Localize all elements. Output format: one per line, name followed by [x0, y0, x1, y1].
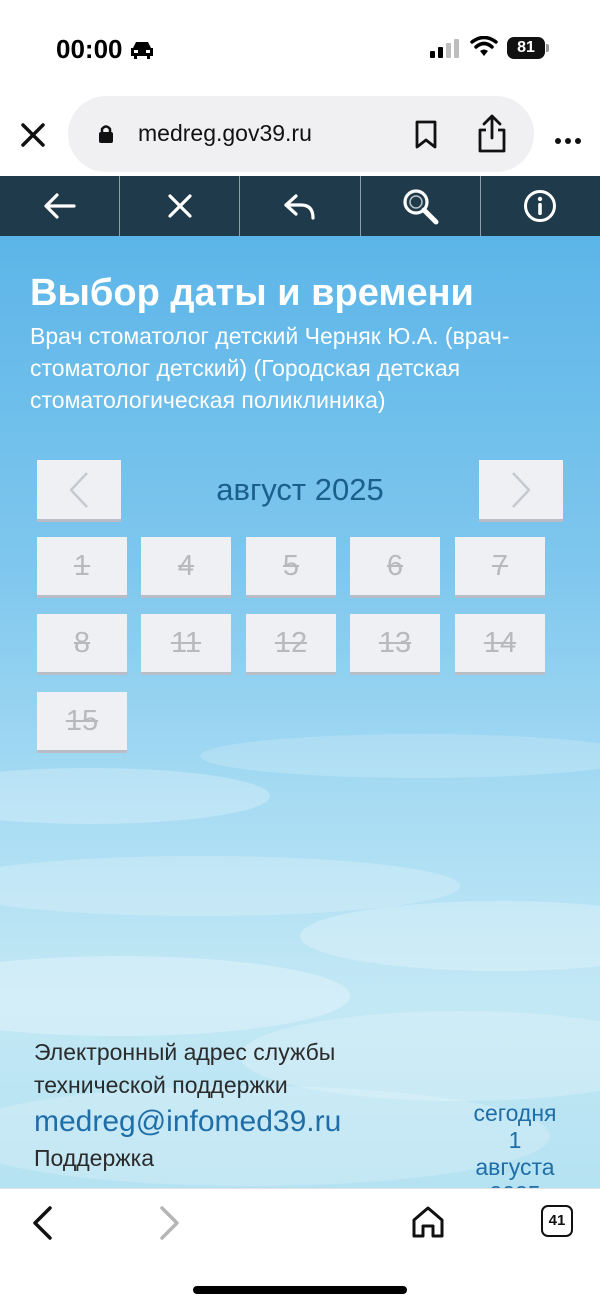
more-options-icon[interactable]	[554, 132, 582, 150]
time-text: 00:00	[56, 34, 123, 64]
battery-tip	[546, 44, 549, 52]
today-indicator[interactable]: сегодня 1 августа 2025	[455, 1100, 575, 1188]
tabs-count-icon[interactable]: 41	[541, 1205, 573, 1237]
day-number: 14	[483, 626, 517, 659]
month-label: август 2025	[216, 472, 384, 507]
today-month: августа	[475, 1154, 555, 1180]
back-arrow-icon[interactable]	[0, 176, 121, 236]
reply-icon[interactable]	[240, 176, 361, 236]
support-info: Электронный адрес службы технической под…	[34, 1036, 414, 1175]
page-title: Выбор даты и времени	[30, 272, 474, 314]
support-more-text: Поддержка	[34, 1145, 154, 1171]
wifi-icon	[470, 35, 498, 63]
day-number: 4	[177, 549, 195, 582]
info-icon[interactable]	[481, 176, 600, 236]
today-year: 2025	[455, 1181, 575, 1188]
site-toolbar	[0, 176, 600, 236]
browser-bottom-bar: 41	[0, 1188, 600, 1303]
share-icon[interactable]	[476, 114, 508, 159]
day-number: 5	[282, 549, 300, 582]
day-button: 11	[141, 614, 231, 675]
chevron-left-icon	[69, 471, 88, 508]
day-button: 12	[246, 614, 336, 675]
day-number: 8	[73, 626, 91, 659]
search-icon[interactable]	[361, 176, 481, 236]
lock-icon	[98, 124, 114, 149]
url-text: medreg.gov39.ru	[138, 120, 312, 146]
day-number: 1	[73, 549, 91, 582]
home-indicator	[193, 1286, 407, 1294]
day-button: 8	[37, 614, 127, 675]
browser-forward-icon[interactable]	[158, 1205, 182, 1246]
cellular-signal-icon	[430, 38, 460, 63]
day-button: 4	[141, 537, 231, 598]
today-day: 1	[508, 1127, 522, 1153]
battery-indicator: 81	[507, 37, 545, 59]
day-number: 13	[378, 626, 412, 659]
browser-back-icon[interactable]	[30, 1205, 54, 1246]
home-icon[interactable]	[410, 1205, 446, 1244]
day-number: 12	[274, 626, 308, 659]
status-time: 00:00	[56, 34, 155, 65]
car-icon	[129, 40, 155, 60]
day-number: 11	[170, 626, 202, 659]
support-email-link[interactable]: medreg@infomed39.ru	[34, 1102, 414, 1142]
chevron-right-icon	[512, 471, 531, 508]
address-bar[interactable]: medreg.gov39.ru	[68, 96, 534, 172]
day-button: 14	[455, 614, 545, 675]
day-button: 6	[350, 537, 440, 598]
day-button: 13	[350, 614, 440, 675]
close-icon[interactable]	[120, 176, 241, 236]
day-button: 7	[455, 537, 545, 598]
close-browser-icon[interactable]	[18, 120, 48, 150]
day-button: 15	[37, 692, 127, 753]
day-button: 1	[37, 537, 127, 598]
browser-address-row: medreg.gov39.ru	[0, 96, 600, 176]
month-navigation: август 2025	[37, 460, 563, 522]
next-month-button[interactable]	[479, 460, 563, 522]
doctor-subtitle: Врач стоматолог детский Черняк Ю.А. (вра…	[30, 323, 510, 413]
bookmark-icon[interactable]	[414, 120, 438, 155]
status-bar: 00:00 81	[0, 0, 600, 96]
main-content: Выбор даты и времени Врач стоматолог дет…	[0, 236, 600, 1188]
day-number: 6	[386, 549, 404, 582]
day-button: 5	[246, 537, 336, 598]
support-label: Электронный адрес службы технической под…	[34, 1039, 336, 1098]
day-number: 7	[491, 549, 509, 582]
prev-month-button[interactable]	[37, 460, 121, 522]
day-number: 15	[65, 704, 99, 737]
today-label: сегодня	[473, 1100, 557, 1126]
